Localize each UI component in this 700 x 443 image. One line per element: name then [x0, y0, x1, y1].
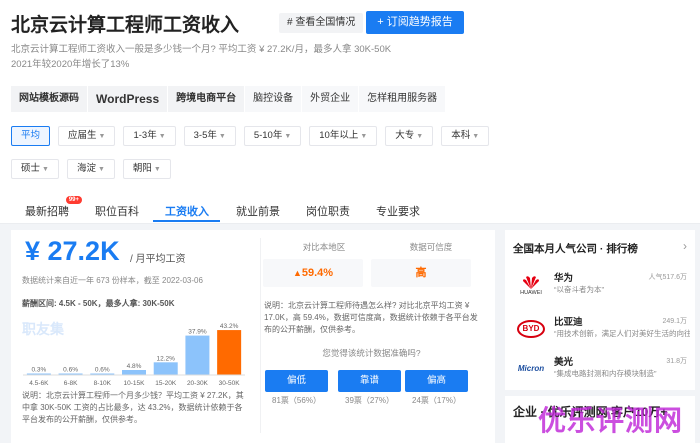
bar-value-label: 0.6% [95, 367, 110, 374]
chevron-down-icon: ▼ [158, 133, 166, 140]
axis-tick-label: 30-50K [219, 380, 241, 387]
axis-tick-label: 4.5-6K [29, 380, 49, 387]
divider [260, 238, 261, 433]
filter-chip[interactable]: 5-10年 ▼ [243, 126, 302, 146]
category-item[interactable]: 外贸企业 [302, 86, 360, 112]
bar-value-label: 0.3% [31, 367, 46, 374]
bar-value-label: 43.2% [220, 323, 239, 330]
filter-chip[interactable]: 3-5年 ▼ [183, 126, 236, 146]
salary-panel: ¥ 27.2K / 月平均工资 数据统计来自近一年 673 份样本，截至 202… [11, 230, 495, 443]
average-salary: ¥ 27.2K [25, 236, 120, 266]
chart-bar [153, 362, 178, 375]
subscribe-report-button[interactable]: + 订阅趋势报告 [366, 11, 464, 34]
axis-tick-label: 15-20K [155, 380, 177, 387]
chevron-down-icon: ▼ [416, 133, 424, 140]
ranking-title: 全国本月人气公司 · 排行榜 [513, 243, 638, 255]
vote-count: 39票（27%） [345, 396, 394, 405]
axis-tick-label: 20-30K [187, 380, 209, 387]
compare-value-box: ▲59.4% [263, 259, 363, 287]
company-item[interactable]: Micron 美光 “集成电路封测和内存模块制造” 31.8万 [505, 352, 695, 396]
salary-unit: / 月平均工资 [130, 254, 186, 265]
axis-tick-label: 6-8K [64, 380, 78, 387]
overlay-watermark: 优乐评测网 [538, 405, 684, 436]
filter-chip[interactable]: 朝阳 ▼ [122, 159, 171, 179]
sample-note: 数据统计来自近一年 673 份样本，截至 2022-03-06 [22, 276, 203, 285]
chevron-down-icon: ▼ [42, 166, 49, 173]
trust-value-box: 高 [371, 259, 471, 287]
filter-average[interactable]: 平均 [11, 126, 51, 146]
category-item[interactable]: 网站模板源码 [11, 86, 88, 112]
filter-chips: 平均 应届生 ▼ 1-3年 ▼ 3-5年 ▼ 5-10年 ▼ 10年以上 ▼ 大专 ▼ 本科… [11, 126, 531, 192]
header-section: 北京云计算工程师工资收入 # 查看全国情况 + 订阅趋势报告 北京云计算工程师工… [0, 0, 700, 196]
chevron-down-icon: ▼ [218, 133, 226, 140]
company-item[interactable]: BYD 比亚迪 “用技术创新，满足人们对美好生活的向往” 249.1万 [505, 312, 695, 356]
tab-job-wiki[interactable]: 职位百科 [95, 203, 139, 219]
bar-value-label: 0.6% [63, 367, 78, 374]
filter-chip[interactable]: 本科 ▼ [441, 126, 490, 146]
trust-label: 数据可信度 [409, 242, 453, 252]
chevron-down-icon: ▼ [284, 133, 292, 140]
vote-question: 您觉得该统计数据准确吗? [322, 348, 421, 358]
bar-value-label: 4.8% [127, 363, 142, 370]
intro-text: 北京云计算工程师工资收入一般是多少钱一个月? 平均工资 ¥ 27.2K/月，最多… [11, 44, 392, 70]
tab-prospects[interactable]: 就业前景 [236, 203, 280, 219]
category-item[interactable]: 怎样租用服务器 [359, 86, 447, 112]
chart-bar [185, 335, 210, 375]
bar-value-label: 37.9% [188, 329, 207, 336]
chart-bar [217, 330, 242, 375]
tab-requirements[interactable]: 专业要求 [376, 203, 420, 219]
page-title: 北京云计算工程师工资收入 [11, 15, 240, 36]
filter-chip[interactable]: 应届生 ▼ [58, 126, 116, 146]
chevron-right-icon[interactable]: › [683, 239, 687, 253]
axis-tick-label: 8-10K [94, 380, 112, 387]
filter-chip[interactable]: 硕士 ▼ [11, 159, 59, 179]
vote-low-button[interactable]: 偏低 [265, 370, 328, 392]
huawei-logo-icon: HUAWEI [515, 274, 547, 298]
vote-count: 24票（17%） [412, 396, 461, 405]
vote-high-button[interactable]: 偏高 [405, 370, 468, 392]
tab-duties[interactable]: 岗位职责 [306, 203, 350, 219]
tab-latest-jobs[interactable]: 最新招聘 99+ [25, 196, 82, 219]
chevron-down-icon: ▼ [472, 133, 480, 140]
salary-range: 薪酬区间: 4.5K - 50K，最多人拿: 30K-50K [22, 299, 175, 308]
view-national-button[interactable]: # 查看全国情况 [279, 13, 364, 33]
company-ranking-card: 全国本月人气公司 · 排行榜 › HUAWEI 华为 “以奋斗者为本” 人气51… [505, 230, 695, 390]
trend-up-icon: ▲ [292, 268, 302, 278]
filter-chip[interactable]: 10年以上 ▼ [309, 126, 378, 146]
filter-chip[interactable]: 海淀 ▼ [66, 159, 115, 179]
active-tab-indicator [153, 220, 220, 222]
compare-label: 对比本地区 [302, 242, 346, 252]
chevron-down-icon: ▼ [97, 166, 105, 173]
chevron-down-icon: ▼ [360, 133, 368, 140]
chart-bar [122, 370, 146, 375]
filter-chip[interactable]: 1-3年 ▼ [123, 126, 176, 146]
chevron-down-icon: ▼ [153, 166, 161, 173]
filter-chip[interactable]: 大专 ▼ [385, 126, 434, 146]
category-bar: 网站模板源码 WordPress 跨境电商平台 脑控设备 外贸企业 怎样租用服务… [11, 86, 447, 112]
tab-bar: 最新招聘 99+ 职位百科 工资收入 就业前景 岗位职责 专业要求 [0, 196, 700, 224]
new-count-badge: 99+ [65, 196, 82, 204]
compare-description: 说明：北京云计算工程师待遇怎么样? 对比北京平均工资 ¥ 17.0K，高 59.… [264, 301, 478, 334]
category-item[interactable]: 脑控设备 [245, 86, 303, 112]
category-item[interactable]: 跨境电商平台 [168, 86, 246, 112]
vote-accurate-button[interactable]: 靠谱 [338, 370, 401, 392]
salary-description: 说明：北京云计算工程师一个月多少钱？平均工资 ¥ 27.2K，其中拿 30K-5… [22, 391, 244, 424]
salary-distribution-chart: 0.3% 4.5-6K 0.6% 6-8K 0.6% 8-10K 4.8% 10-15K 12.… [23, 323, 245, 387]
vote-count: 81票（56%） [272, 396, 321, 405]
bar-value-label: 12.2% [156, 355, 175, 362]
category-item[interactable]: WordPress [88, 86, 169, 112]
micron-logo-icon: Micron [517, 364, 545, 373]
axis-tick-label: 10-15K [124, 380, 146, 387]
chevron-down-icon: ▼ [98, 133, 106, 140]
company-item[interactable]: HUAWEI 华为 “以奋斗者为本” 人气517.6万 [505, 268, 695, 312]
byd-logo-icon: BYD [515, 318, 547, 342]
tab-salary[interactable]: 工资收入 [165, 203, 209, 219]
